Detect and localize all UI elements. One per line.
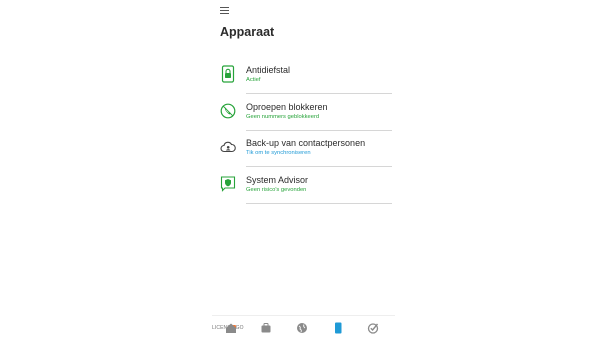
bottom-navigation: LICENS GO: [212, 315, 395, 340]
list-item-contacts-backup[interactable]: Back-up van contactpersonen Tik om te sy…: [212, 131, 395, 168]
item-subtitle: Actief: [246, 77, 261, 83]
list-item-call-blocking[interactable]: Oproepen blokkeren Geen nummers geblokke…: [212, 95, 395, 132]
item-subtitle: Tik om te synchroniseren: [246, 150, 311, 156]
phone-icon[interactable]: [332, 321, 344, 334]
cloud-contacts-icon: [220, 138, 236, 156]
list-item-antitheft[interactable]: Antidiefstal Actief: [212, 58, 395, 95]
item-title: Oproepen blokkeren: [246, 101, 328, 112]
item-subtitle: Geen risico's gevonden: [246, 186, 307, 193]
item-title: System Advisor: [246, 174, 309, 185]
list-item-system-advisor[interactable]: System Advisor Geen risico's gevonden: [212, 168, 395, 205]
briefcase-icon[interactable]: [260, 321, 272, 333]
item-title: Antidiefstal: [246, 65, 291, 75]
call-block-icon: [220, 102, 236, 120]
item-subtitle: Geen nummers geblokkeerd: [246, 113, 320, 120]
page-title: Apparaat: [220, 25, 275, 39]
home-icon[interactable]: [225, 321, 237, 333]
shield-chat-icon: [220, 175, 236, 193]
lock-phone-icon: [220, 65, 236, 83]
menu-icon[interactable]: [220, 7, 229, 15]
app-screen: Apparaat Antidiefstal Actief Oproepen bl…: [212, 0, 395, 340]
item-title: Back-up van contactpersonen: [246, 138, 366, 148]
globe-icon[interactable]: [296, 321, 308, 333]
check-circle-icon[interactable]: [367, 321, 379, 334]
device-list: Antidiefstal Actief Oproepen blokkeren G…: [212, 58, 395, 204]
